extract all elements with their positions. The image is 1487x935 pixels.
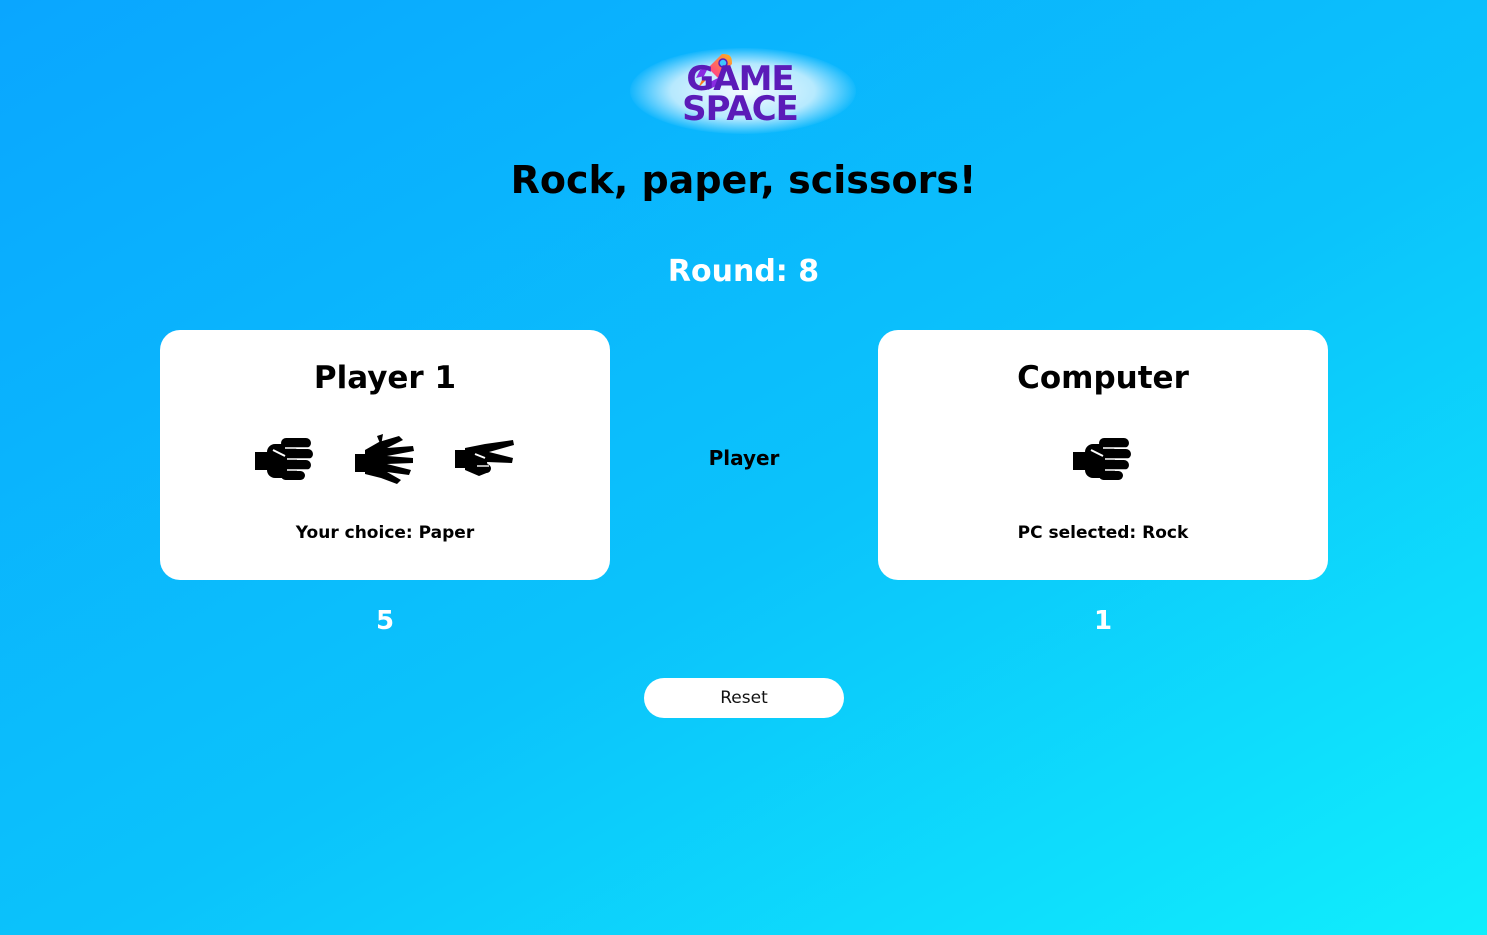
player-score: 5: [375, 606, 395, 636]
player-choices: [160, 432, 610, 486]
computer-score: 1: [1093, 606, 1113, 636]
player-choice-text: Your choice: Paper: [295, 523, 475, 543]
computer-choice-text: PC selected: Rock: [1017, 523, 1189, 543]
round-counter: Round: 8: [667, 254, 820, 289]
round-winner-text: Player: [708, 446, 780, 470]
computer-card: Computer PC selected: Rock: [878, 330, 1328, 580]
player-card: Player 1 Your choice: Paper: [160, 330, 610, 580]
reset-button[interactable]: Reset: [644, 678, 844, 718]
logo-text: GAME SPACE: [660, 62, 820, 129]
computer-card-title: Computer: [1017, 360, 1189, 396]
page-title: Rock, paper, scissors!: [510, 158, 977, 202]
game-space-logo: GAME SPACE: [612, 30, 874, 150]
player-card-title: Player 1: [313, 360, 457, 396]
computer-choice-display: [878, 432, 1328, 486]
logo-line-2: SPACE: [682, 89, 799, 129]
hand-rock-icon[interactable]: [255, 432, 315, 486]
hand-paper-icon[interactable]: [355, 432, 415, 486]
hand-scissors-icon[interactable]: [455, 432, 515, 486]
hand-rock-icon: [1073, 432, 1133, 486]
